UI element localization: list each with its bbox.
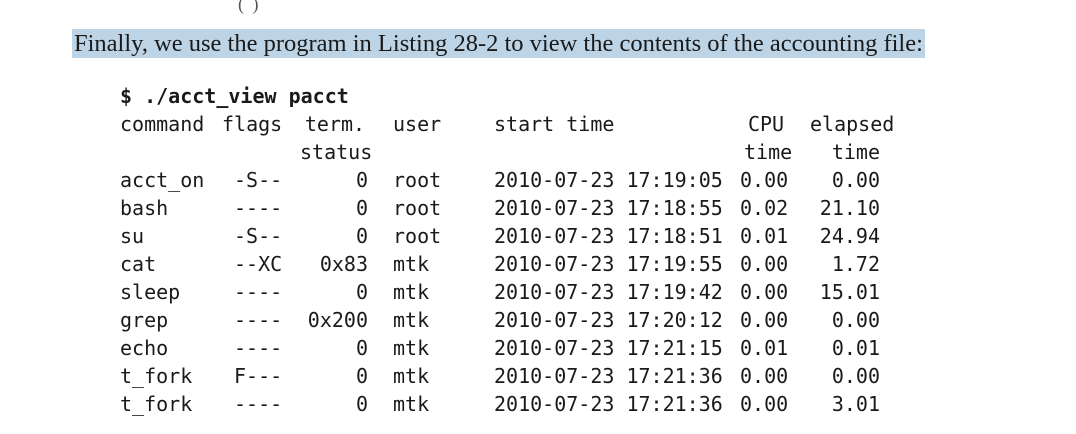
row-start-time: 2010-07-23 17:18:51 bbox=[494, 224, 723, 248]
row-elapsed-time: 3.01 bbox=[831, 392, 880, 416]
listing-row: t_fork ---- 0 mtk 2010-07-23 17:21:36 0.00 3.0… bbox=[120, 390, 880, 418]
row-elapsed-time: 0.01 bbox=[831, 336, 880, 360]
header-elapsed-line1: elapsed bbox=[810, 112, 895, 136]
row-start-time: 2010-07-23 17:19:55 bbox=[494, 252, 723, 276]
row-elapsed-time: 15.01 bbox=[819, 280, 880, 304]
row-user: root bbox=[393, 224, 442, 248]
row-term-status: 0 bbox=[355, 364, 368, 388]
listing-row: cat --XC 0x83 mtk 2010-07-23 17:19:55 0.00 1.7… bbox=[120, 250, 880, 278]
row-command: su bbox=[120, 224, 145, 248]
row-term-status: 0 bbox=[355, 336, 368, 360]
header-user: user bbox=[393, 112, 442, 136]
header-cpu-line1: CPU bbox=[747, 112, 785, 136]
row-term-status: 0 bbox=[355, 280, 368, 304]
row-term-status: 0 bbox=[355, 196, 368, 220]
row-cpu-time: 0.00 bbox=[740, 364, 789, 388]
command-line: $ ./acct_view pacct bbox=[120, 82, 349, 110]
row-user: mtk bbox=[393, 308, 430, 332]
row-elapsed-time: 24.94 bbox=[819, 224, 880, 248]
row-cpu-time: 0.02 bbox=[740, 196, 789, 220]
listing-row: grep ---- 0x200 mtk 2010-07-23 17:20:12 0.00 0… bbox=[120, 306, 880, 334]
row-command: cat bbox=[120, 252, 157, 276]
row-elapsed-time: 1.72 bbox=[831, 252, 880, 276]
row-term-status: 0 bbox=[355, 392, 368, 416]
row-user: mtk bbox=[393, 364, 430, 388]
row-start-time: 2010-07-23 17:21:36 bbox=[494, 364, 723, 388]
row-start-time: 2010-07-23 17:20:12 bbox=[494, 308, 723, 332]
listing-row: echo ---- 0 mtk 2010-07-23 17:21:15 0.01 0.01 bbox=[120, 334, 880, 362]
row-command: echo bbox=[120, 336, 169, 360]
row-user: mtk bbox=[393, 336, 430, 360]
listing-row: su -S-- 0 root 2010-07-23 17:18:51 0.01 24.94 bbox=[120, 222, 880, 250]
row-start-time: 2010-07-23 17:21:36 bbox=[494, 392, 723, 416]
previous-line-fragment: ( ) bbox=[238, 0, 261, 14]
row-user: mtk bbox=[393, 392, 430, 416]
terminal-listing: $ ./acct_view pacct command flags term. … bbox=[120, 82, 894, 418]
row-elapsed-time: 0.00 bbox=[831, 308, 880, 332]
row-start-time: 2010-07-23 17:21:15 bbox=[494, 336, 723, 360]
row-command: bash bbox=[120, 196, 169, 220]
header-command: command bbox=[120, 112, 205, 136]
row-term-status: 0 bbox=[355, 168, 368, 192]
row-elapsed-time: 0.00 bbox=[831, 364, 880, 388]
row-elapsed-time: 0.00 bbox=[831, 168, 880, 192]
row-term-status: 0x200 bbox=[307, 308, 368, 332]
row-cpu-time: 0.00 bbox=[740, 280, 789, 304]
header-term-line1: term. bbox=[304, 112, 366, 136]
header-cpu-line2: time bbox=[744, 140, 793, 164]
row-term-status: 0 bbox=[355, 224, 368, 248]
row-cpu-time: 0.01 bbox=[740, 224, 789, 248]
row-start-time: 2010-07-23 17:19:05 bbox=[494, 168, 723, 192]
row-start-time: 2010-07-23 17:18:55 bbox=[494, 196, 723, 220]
row-command: t_fork bbox=[120, 364, 193, 388]
row-cpu-time: 0.00 bbox=[740, 168, 789, 192]
row-term-status: 0x83 bbox=[319, 252, 368, 276]
row-cpu-time: 0.00 bbox=[740, 308, 789, 332]
row-user: mtk bbox=[393, 252, 430, 276]
shell-command: ./acct_view pacct bbox=[144, 84, 349, 108]
header-row-1: command flags term. user start time CPU … bbox=[120, 110, 894, 138]
listing-row: sleep ---- 0 mtk 2010-07-23 17:19:42 0.00 15.0… bbox=[120, 278, 880, 306]
listing-row: t_fork F--- 0 mtk 2010-07-23 17:21:36 0.00 0.0… bbox=[120, 362, 880, 390]
row-user: root bbox=[393, 168, 442, 192]
row-start-time: 2010-07-23 17:19:42 bbox=[494, 280, 723, 304]
intro-paragraph[interactable]: Finally, we use the program in Listing 2… bbox=[72, 29, 925, 58]
row-command: acct_on bbox=[120, 168, 205, 192]
header-elapsed-line2: time bbox=[831, 140, 880, 164]
shell-prompt: $ bbox=[120, 84, 133, 108]
row-command: grep bbox=[120, 308, 169, 332]
row-user: root bbox=[393, 196, 442, 220]
row-elapsed-time: 21.10 bbox=[819, 196, 880, 220]
header-row-2: status time time bbox=[120, 138, 880, 166]
header-start-time: start time bbox=[494, 112, 615, 136]
row-command: t_fork bbox=[120, 392, 193, 416]
row-cpu-time: 0.00 bbox=[740, 252, 789, 276]
row-user: mtk bbox=[393, 280, 430, 304]
listing-rows: acct_on -S-- 0 root 2010-07-23 17:19:05 0.00 0… bbox=[120, 166, 880, 418]
header-flags: flags bbox=[222, 112, 283, 136]
listing-row: acct_on -S-- 0 root 2010-07-23 17:19:05 0.00 0… bbox=[120, 166, 880, 194]
header-term-line2: status bbox=[300, 140, 373, 164]
row-command: sleep bbox=[120, 280, 181, 304]
row-cpu-time: 0.00 bbox=[740, 392, 789, 416]
listing-row: bash ---- 0 root 2010-07-23 17:18:55 0.02 21.1… bbox=[120, 194, 880, 222]
row-cpu-time: 0.01 bbox=[740, 336, 789, 360]
